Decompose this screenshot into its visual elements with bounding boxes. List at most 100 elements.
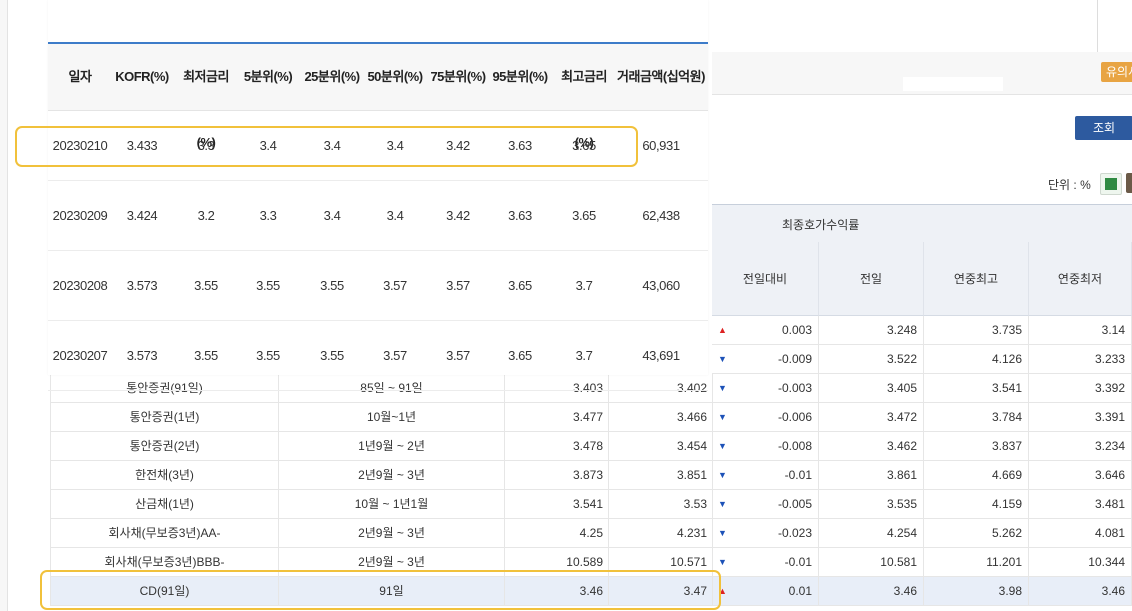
yield-table-row: -0.008 3.462 3.837 3.234 ▼ <box>712 432 1132 461</box>
yield-cell-high: 3.541 <box>924 374 1029 402</box>
popup-cell-5: 3.57 <box>383 348 407 363</box>
yield-cell-high: 3.735 <box>924 316 1029 344</box>
popup-header-8: 최고금리(%) <box>561 69 607 150</box>
highlight-box-kofr-row <box>15 126 638 167</box>
yield-group-title: 최종호가수익률 <box>782 218 860 232</box>
yield-cell-low: 3.481 <box>1029 490 1132 518</box>
yield-cell-prev: 3.535 <box>819 490 924 518</box>
bond-table-row: 한전채(3년) 2년9월 ~ 3년 3.873 3.851 <box>50 461 713 490</box>
yield-cell-low: 3.233 <box>1029 345 1132 373</box>
notice-badge[interactable]: 유의사항 <box>1101 62 1132 82</box>
popup-header-1: KOFR(%) <box>115 69 169 84</box>
popup-cell-3: 3.55 <box>256 278 280 293</box>
yield-cell-change: -0.005 <box>712 490 819 518</box>
popup-cell-5: 3.57 <box>383 278 407 293</box>
yield-table-row: 0.01 3.46 3.98 3.46 ▲ <box>712 577 1132 606</box>
yield-cell-change: -0.01 <box>712 461 819 489</box>
yield-cell-low: 3.391 <box>1029 403 1132 431</box>
bond-cell-v1: 3.541 <box>505 490 609 518</box>
yield-group-header <box>712 204 1132 244</box>
popup-header-2: 최저금리(%) <box>183 69 229 150</box>
popup-cell-6: 3.42 <box>446 208 470 223</box>
yield-cell-low: 3.46 <box>1029 577 1132 605</box>
popup-cell-1: 3.424 <box>126 208 158 223</box>
popup-cell-8: 3.65 <box>572 208 596 223</box>
arrow-down-icon: ▼ <box>718 412 727 422</box>
bond-cell-v2: 3.454 <box>609 432 713 460</box>
bond-cell-term: 1년9월 ~ 2년 <box>279 432 505 460</box>
print-icon[interactable] <box>1126 173 1132 193</box>
yield-cell-low: 3.646 <box>1029 461 1132 489</box>
popup-cell-2: 3.55 <box>194 278 218 293</box>
bond-cell-term: 2년9월 ~ 3년 <box>279 461 505 489</box>
bond-cell-v1: 3.477 <box>505 403 609 431</box>
yield-cell-change: 0.01 <box>712 577 819 605</box>
yield-cell-prev: 3.462 <box>819 432 924 460</box>
yield-cell-change: -0.003 <box>712 374 819 402</box>
arrow-down-icon: ▼ <box>718 499 727 509</box>
yield-cell-low: 3.234 <box>1029 432 1132 460</box>
bond-cell-name: 회사채(무보증3년)AA- <box>51 519 279 547</box>
arrow-up-icon: ▲ <box>718 325 727 335</box>
popup-header-7: 95분위(%) <box>492 69 548 84</box>
popup-header-6: 75분위(%) <box>430 69 486 84</box>
yield-cell-prev: 10.581 <box>819 548 924 576</box>
yield-cell-low: 4.081 <box>1029 519 1132 547</box>
popup-row: 20230207 3.573 3.55 3.55 3.55 3.57 3.57 3.65 3.7… <box>48 321 708 391</box>
popup-cell-5: 3.4 <box>386 208 404 223</box>
arrow-down-icon: ▼ <box>718 528 727 538</box>
highlight-box-cd-row <box>40 570 721 610</box>
unit-label: 단위 : % <box>1048 178 1091 192</box>
top-blank-area <box>712 0 1132 52</box>
popup-header-3: 5분위(%) <box>243 69 293 84</box>
popup-cell-3: 3.55 <box>256 348 280 363</box>
yield-cell-high: 11.201 <box>924 548 1029 576</box>
popup-header-0: 일자 <box>68 69 92 84</box>
bond-cell-term: 2년9월 ~ 3년 <box>279 519 505 547</box>
popup-cell-1: 3.573 <box>126 348 158 363</box>
yield-table-row: -0.023 4.254 5.262 4.081 ▼ <box>712 519 1132 548</box>
bond-cell-v1: 4.25 <box>505 519 609 547</box>
arrow-down-icon: ▼ <box>718 441 727 451</box>
bond-cell-v2: 3.851 <box>609 461 713 489</box>
popup-cell-4: 3.55 <box>320 278 344 293</box>
bond-cell-name: 한전채(3년) <box>51 461 279 489</box>
yield-cell-prev: 3.861 <box>819 461 924 489</box>
bond-table-row: 통안증권(1년) 10월~1년 3.477 3.466 <box>50 403 713 432</box>
arrow-down-icon: ▼ <box>718 354 727 364</box>
yield-cell-high: 4.126 <box>924 345 1029 373</box>
yield-table-row: -0.003 3.405 3.541 3.392 ▼ <box>712 374 1132 403</box>
bond-cell-name: 통안증권(2년) <box>51 432 279 460</box>
notice-placeholder <box>903 77 1003 91</box>
popup-cell-3: 3.3 <box>259 208 277 223</box>
yield-cell-high: 3.98 <box>924 577 1029 605</box>
header-prev: 전일 <box>819 242 924 316</box>
bond-cell-v1: 3.873 <box>505 461 609 489</box>
bond-cell-name: 통안증권(1년) <box>51 403 279 431</box>
bond-table-row: 통안증권(2년) 1년9월 ~ 2년 3.478 3.454 <box>50 432 713 461</box>
bond-table-row: 회사채(무보증3년)AA- 2년9월 ~ 3년 4.25 4.231 <box>50 519 713 548</box>
header-change: 전일대비 <box>712 242 819 316</box>
yield-cell-prev: 4.254 <box>819 519 924 547</box>
popup-cell-2: 3.2 <box>197 208 215 223</box>
popup-cell-9: 43,060 <box>642 278 680 293</box>
yield-cell-high: 4.159 <box>924 490 1029 518</box>
yield-cell-low: 3.14 <box>1029 316 1132 344</box>
search-button[interactable]: 조회 <box>1075 116 1132 140</box>
popup-cell-0: 20230207 <box>52 348 108 363</box>
excel-download-icon[interactable] <box>1100 173 1122 195</box>
arrow-down-icon: ▼ <box>718 470 727 480</box>
popup-row: 20230209 3.424 3.2 3.3 3.4 3.4 3.42 3.63 3.65 62,… <box>48 181 708 251</box>
yield-cell-high: 3.837 <box>924 432 1029 460</box>
popup-cell-4: 3.55 <box>320 348 344 363</box>
yield-table-row: -0.01 10.581 11.201 10.344 ▼ <box>712 548 1132 577</box>
bond-cell-v1: 3.478 <box>505 432 609 460</box>
yield-cell-prev: 3.248 <box>819 316 924 344</box>
popup-cell-9: 43,691 <box>642 348 680 363</box>
popup-cell-2: 3.55 <box>194 348 218 363</box>
bond-cell-term: 10월~1년 <box>279 403 505 431</box>
popup-cell-4: 3.4 <box>323 208 341 223</box>
popup-cell-8: 3.7 <box>575 348 593 363</box>
vertical-divider <box>1097 0 1098 52</box>
bond-cell-v2: 4.231 <box>609 519 713 547</box>
